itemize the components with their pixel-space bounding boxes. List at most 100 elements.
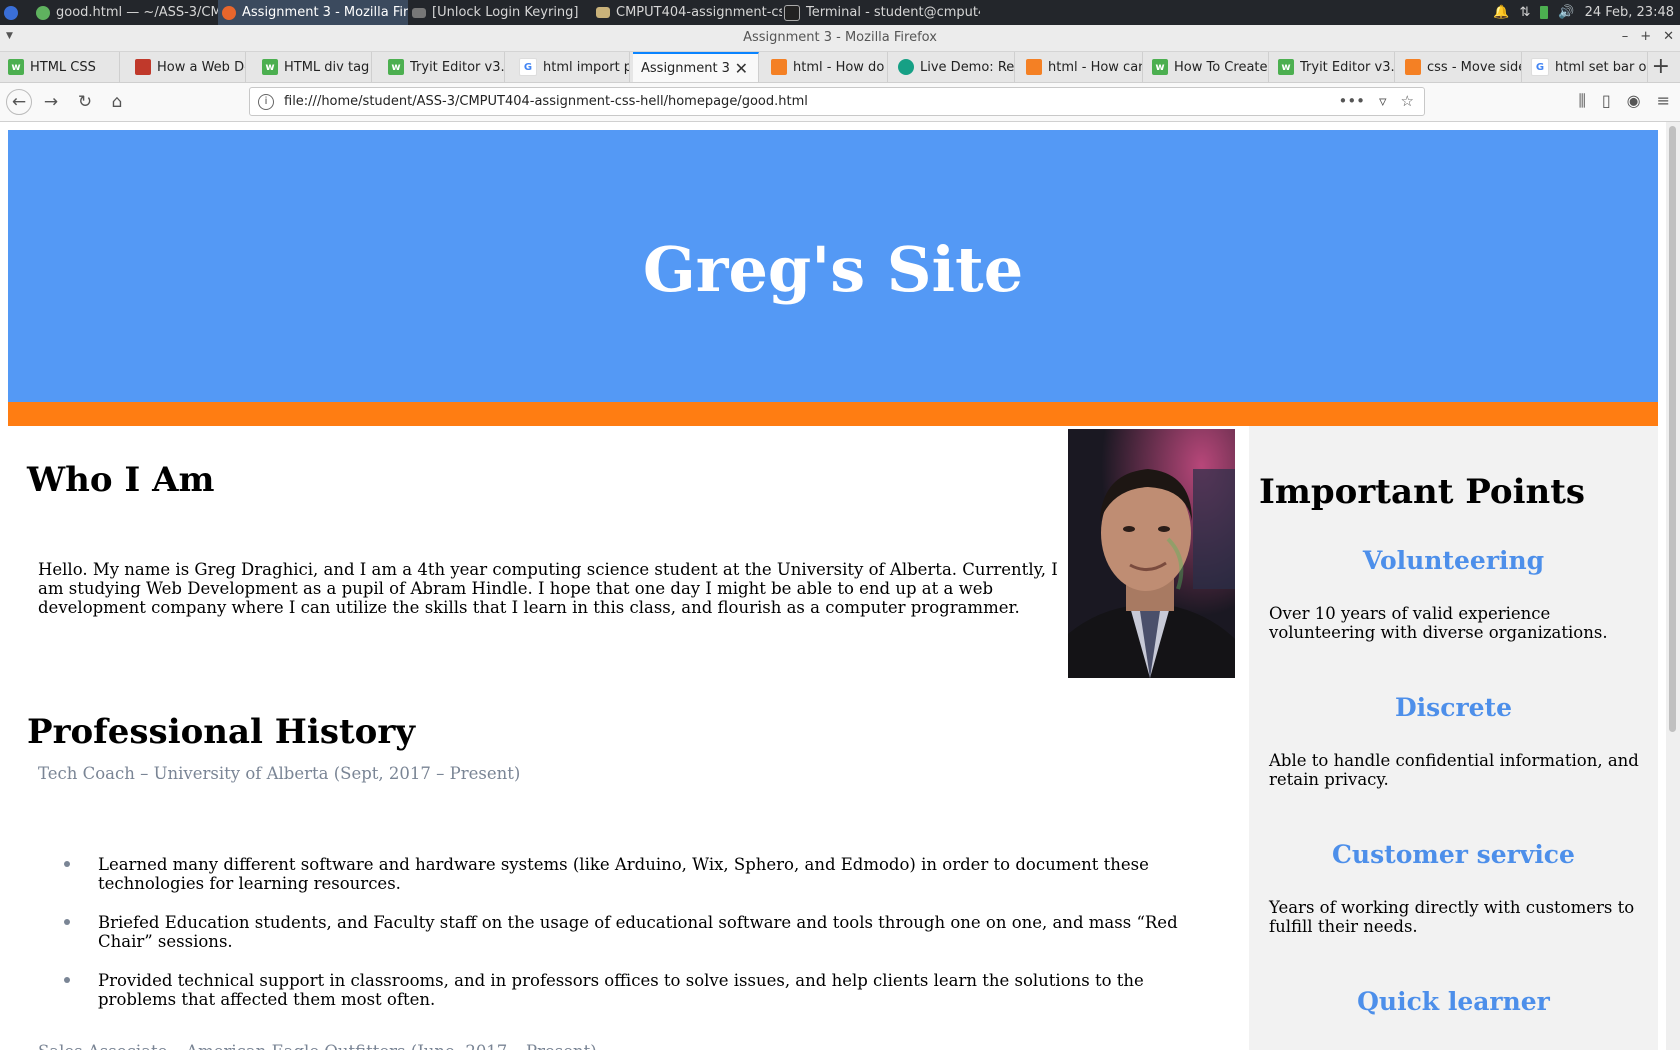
volume-icon[interactable]: 🔊 (1558, 5, 1574, 20)
point-title: Discrete (1394, 693, 1512, 722)
bell-icon[interactable]: 🔔 (1493, 5, 1509, 20)
back-button[interactable]: ← (6, 89, 32, 115)
who-i-am-heading: Who I Am (27, 460, 215, 500)
tab-live-demo[interactable]: Live Demo: Res (890, 52, 1015, 82)
taskbar-item-label: CMPUT404-assignment-css-... (616, 5, 782, 20)
taskbar-item-label: Assignment 3 - Mozilla Firefox (242, 5, 408, 20)
tab-label: html - How can (1048, 59, 1142, 75)
important-points-sidebar: Important Points Volunteering Over 10 ye… (1249, 426, 1658, 1050)
site-title: Greg's Site (642, 233, 1024, 306)
list-item: Learned many different software and hard… (62, 855, 1202, 893)
reload-icon: ↻ (77, 92, 93, 112)
navigation-toolbar: ← → ↻ ⌂ i file:///home/student/ASS-3/CMP… (0, 83, 1680, 122)
firefox-icon (222, 5, 236, 20)
network-icon[interactable]: ⇅ (1519, 5, 1530, 20)
window-controls: – + ✕ (1622, 29, 1674, 44)
important-points-heading: Important Points (1259, 472, 1586, 512)
taskbar-item-label: [Unlock Login Keyring] (432, 5, 579, 20)
home-button[interactable]: ⌂ (104, 89, 130, 115)
page-viewport: Greg's Site Who I Am Hello. My name is G… (0, 122, 1680, 1050)
list-item-text: Briefed Education students, and Faculty … (98, 913, 1178, 951)
tab-label: html import ph (543, 59, 629, 75)
bookmark-star-icon[interactable]: ☆ (1401, 92, 1414, 110)
bullet-icon (64, 977, 70, 983)
tab-html-div-tag[interactable]: w HTML div tag (254, 52, 372, 82)
professional-history-heading: Professional History (27, 712, 416, 752)
close-window-icon[interactable]: ✕ (1663, 29, 1674, 44)
tab-label: css - Move side (1427, 59, 1521, 75)
home-icon: ⌂ (111, 92, 123, 112)
tab-label: html set bar on (1555, 59, 1647, 75)
page-info-icon[interactable]: i (258, 94, 274, 110)
editor-app-icon (36, 5, 50, 20)
taskbar-item-folder[interactable]: CMPUT404-assignment-css-... (592, 0, 782, 25)
point-title: Quick learner (1357, 987, 1550, 1016)
app-menu-button[interactable] (4, 0, 24, 25)
site-favicon-icon (898, 59, 914, 75)
taskbar-item-editor[interactable]: good.html — ~/ASS-3/CMPU... (32, 0, 220, 25)
tab-how-a-web-dev[interactable]: How a Web De (127, 52, 246, 82)
list-item-text: Learned many different software and hard… (98, 855, 1149, 893)
bullet-icon (64, 919, 70, 925)
w3schools-icon: w (262, 59, 278, 75)
tab-html-import[interactable]: G html import ph (511, 52, 630, 82)
back-arrow-icon: ← (11, 92, 27, 112)
battery-icon[interactable] (1540, 6, 1549, 19)
tab-html-how-do[interactable]: html - How do (763, 52, 888, 82)
sidebar-toggle-icon[interactable]: ▯ (1602, 91, 1611, 111)
hamburger-menu-icon[interactable]: ≡ (1657, 91, 1670, 111)
stackoverflow-icon (1405, 59, 1421, 75)
url-bar[interactable]: i file:///home/student/ASS-3/CMPUT404-as… (249, 87, 1425, 116)
account-icon[interactable]: ◉ (1627, 91, 1641, 111)
pocket-icon[interactable]: ▿ (1379, 92, 1387, 110)
taskbar-item-terminal[interactable]: Terminal - student@cmput40... (780, 0, 980, 25)
scrollbar-thumb[interactable] (1669, 126, 1676, 732)
tab-label: How a Web De (157, 59, 245, 75)
w3schools-icon: w (388, 59, 404, 75)
tab-label: Tryit Editor v3. (1300, 59, 1394, 75)
tab-how-to-create[interactable]: w How To Create (1144, 52, 1269, 82)
window-titlebar: ▼ Assignment 3 - Mozilla Firefox – + ✕ (0, 25, 1680, 52)
point-text: Years of working directly with customers… (1269, 898, 1635, 936)
close-tab-icon[interactable]: ✕ (735, 59, 748, 78)
forward-button[interactable]: → (38, 89, 64, 115)
os-top-panel: good.html — ~/ASS-3/CMPU... Assignment 3… (0, 0, 1680, 25)
point-title: Customer service (1332, 840, 1575, 869)
stackoverflow-icon (771, 59, 787, 75)
tab-html-css[interactable]: w HTML CSS (0, 52, 120, 82)
site-favicon-icon (135, 59, 151, 75)
taskbar-item-keyring[interactable]: [Unlock Login Keyring] (408, 0, 588, 25)
page-scrollbar[interactable] (1666, 122, 1680, 1050)
list-item: Briefed Education students, and Faculty … (62, 913, 1202, 951)
window-title: Assignment 3 - Mozilla Firefox (743, 30, 937, 45)
who-i-am-text: Hello. My name is Greg Draghici, and I a… (38, 560, 1058, 617)
new-tab-button[interactable]: + (1652, 54, 1670, 79)
page-actions-icon[interactable]: ••• (1338, 92, 1365, 110)
tab-css-move-side[interactable]: css - Move side (1397, 52, 1522, 82)
tab-tryit-editor-2[interactable]: w Tryit Editor v3. (1270, 52, 1395, 82)
tab-label: Tryit Editor v3.6 (410, 59, 504, 75)
site-header: Greg's Site (8, 130, 1658, 402)
stackoverflow-icon (1026, 59, 1042, 75)
minimize-icon[interactable]: – (1622, 29, 1629, 44)
w3schools-icon: w (1278, 59, 1294, 75)
reload-button[interactable]: ↻ (72, 89, 98, 115)
list-item-text: Provided technical support in classrooms… (98, 971, 1144, 1009)
library-icon[interactable]: ⫼ (1578, 91, 1585, 111)
tab-label: HTML div tag (284, 59, 370, 75)
window-icon (412, 7, 426, 18)
tab-html-set-bar[interactable]: G html set bar on (1523, 52, 1648, 82)
tab-label: html - How do (793, 59, 885, 75)
tab-html-how-can[interactable]: html - How can (1018, 52, 1143, 82)
tab-strip: w HTML CSS How a Web De w HTML div tag w… (0, 52, 1680, 83)
accent-bar (8, 402, 1658, 426)
job-bullet-list: Learned many different software and hard… (62, 855, 1202, 1029)
tab-assignment-3[interactable]: Assignment 3 ✕ (633, 52, 759, 82)
taskbar-item-firefox[interactable]: Assignment 3 - Mozilla Firefox (218, 0, 408, 25)
clock[interactable]: 24 Feb, 23:48 (1585, 5, 1674, 20)
profile-photo-image (1068, 429, 1235, 678)
maximize-icon[interactable]: + (1640, 29, 1651, 44)
tab-tryit-editor[interactable]: w Tryit Editor v3.6 (380, 52, 505, 82)
bullet-icon (64, 861, 70, 867)
url-text[interactable]: file:///home/student/ASS-3/CMPUT404-assi… (284, 94, 808, 109)
